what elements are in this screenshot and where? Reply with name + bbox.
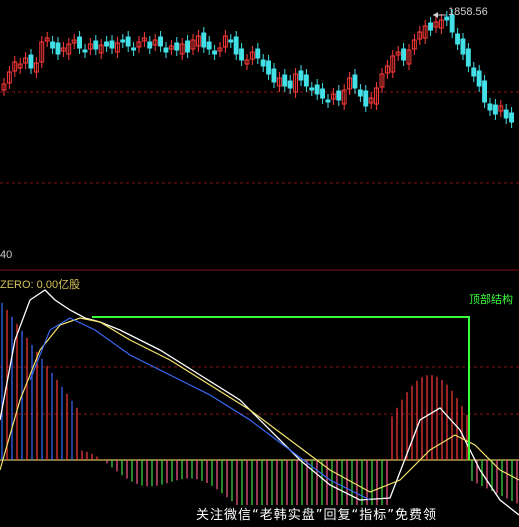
zero-line-label: ZERO: 0.00亿股	[0, 279, 81, 291]
candle-body	[492, 104, 498, 115]
ma-line	[29, 317, 371, 501]
candle-body	[357, 89, 363, 97]
dea-line	[0, 317, 519, 493]
dif-line	[0, 289, 519, 516]
candle-body	[320, 88, 326, 99]
candle-body	[82, 49, 88, 53]
candle-body	[287, 80, 293, 89]
candle-body	[109, 40, 115, 49]
candle-body	[363, 90, 369, 107]
candle-body	[476, 70, 482, 87]
candle-body	[201, 32, 207, 48]
candle-body	[428, 22, 434, 31]
candlestick-series	[1, 9, 515, 128]
candle-body	[228, 39, 234, 43]
high-price-marker	[433, 12, 446, 18]
candle-body	[336, 90, 342, 101]
candle-body	[104, 41, 109, 47]
high-price-label: 1858.56	[448, 6, 488, 18]
candle-body	[471, 67, 477, 77]
stock-chart	[0, 9, 519, 516]
candle-body	[255, 48, 261, 59]
candle-body	[325, 99, 331, 103]
candle-body	[174, 42, 180, 51]
watermark-text: 关注微信“老韩实盘”回复“指标”免费领	[196, 508, 437, 523]
candle-body	[503, 109, 509, 119]
candle-body	[185, 40, 191, 53]
candle-body	[212, 50, 218, 55]
candle-body	[158, 36, 164, 47]
axis-value-label: 40	[0, 249, 13, 261]
candle-body	[93, 40, 99, 50]
candle-body	[271, 68, 277, 83]
candle-body	[298, 70, 304, 81]
candle-body	[233, 36, 239, 55]
candle-body	[28, 54, 34, 69]
candle-body	[266, 60, 272, 75]
candle-body	[309, 87, 315, 91]
candle-body	[509, 112, 515, 123]
candle-body	[487, 103, 493, 111]
candle-body	[206, 41, 212, 50]
candle-body	[55, 42, 61, 55]
candle-body	[460, 38, 466, 55]
candle-body	[465, 48, 471, 67]
candle-body	[260, 59, 266, 67]
candle-body	[131, 47, 137, 51]
candle-body	[163, 47, 169, 53]
candle-body	[77, 36, 82, 49]
candle-body	[147, 41, 153, 49]
top-structure-label: 顶部结构	[469, 293, 513, 306]
candle-body	[401, 48, 407, 61]
candle-body	[239, 48, 245, 61]
candle-body	[120, 39, 126, 43]
candle-body	[125, 36, 131, 47]
candle-body	[282, 74, 288, 87]
candle-body	[455, 33, 461, 45]
indicator-lines	[0, 289, 519, 516]
candle-body	[482, 80, 488, 103]
candle-body	[314, 84, 320, 95]
candle-body	[50, 41, 55, 49]
candle-body	[303, 74, 309, 87]
macd-histogram	[1, 302, 518, 505]
candle-body	[352, 74, 358, 89]
